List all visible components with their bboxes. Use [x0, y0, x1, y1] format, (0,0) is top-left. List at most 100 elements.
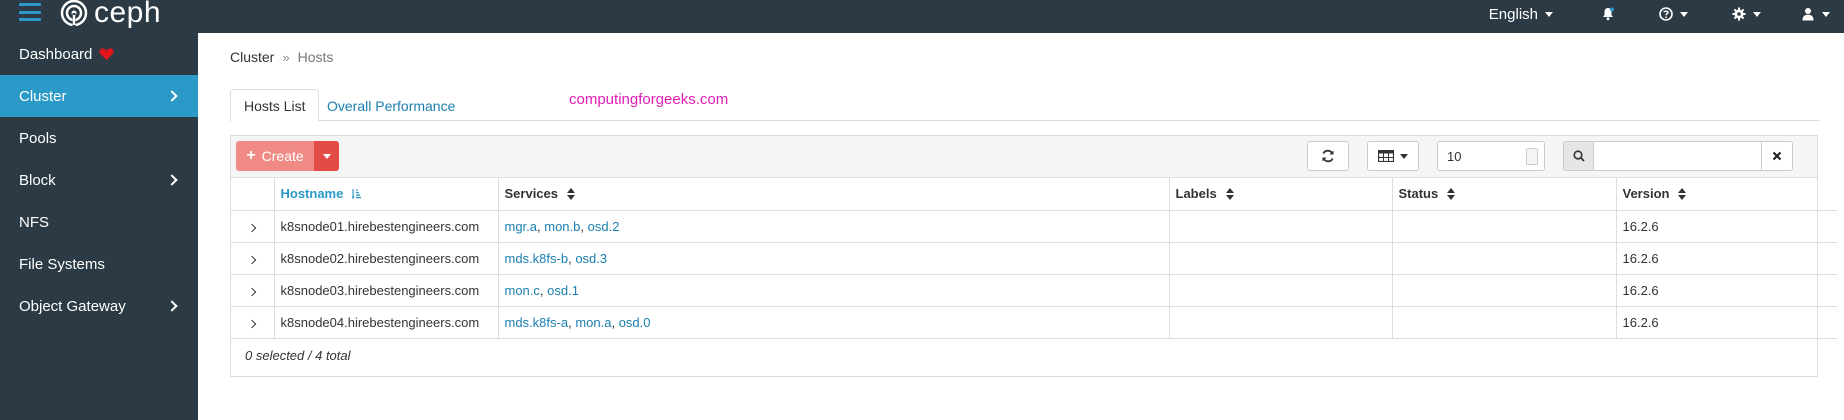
table-row[interactable]: k8snode01.hirebestengineers.com mgr.a, m…	[231, 209, 1837, 243]
search-input[interactable]	[1593, 141, 1762, 171]
table-columns-icon	[1378, 150, 1394, 162]
sidebar-item-label: Pools	[19, 129, 57, 147]
status-cell	[1391, 241, 1617, 275]
row-expand-button[interactable]	[231, 273, 275, 307]
navbar-right: English	[1489, 0, 1844, 28]
chevron-right-icon	[166, 174, 178, 186]
settings-dropdown[interactable]	[1732, 0, 1761, 28]
service-link[interactable]: osd.1	[547, 283, 579, 298]
ceph-logo[interactable]: ceph	[60, 0, 161, 30]
column-header-status[interactable]: Status	[1391, 178, 1617, 211]
labels-cell	[1168, 273, 1393, 307]
sort-icon	[567, 187, 575, 200]
help-dropdown[interactable]	[1659, 0, 1688, 28]
services-cell: mds.k8fs-b, osd.3	[497, 241, 1170, 275]
sidebar-item-object-gateway[interactable]: Object Gateway	[0, 285, 198, 327]
double-chevron-right-icon: »	[282, 49, 290, 65]
sidebar-item-label: Block	[19, 171, 56, 189]
user-icon	[1802, 8, 1814, 21]
chevron-right-icon	[166, 90, 178, 102]
create-dropdown-toggle[interactable]	[314, 141, 339, 171]
sidebar-item-dashboard[interactable]: Dashboard	[0, 33, 198, 75]
service-link[interactable]: osd.3	[575, 251, 607, 266]
tab-overall-performance[interactable]: Overall Performance	[314, 89, 468, 122]
hostname-cell: k8snode01.hirebestengineers.com	[273, 209, 499, 243]
table-header-row: Hostname Services Labels Status Version	[231, 178, 1837, 211]
sidebar-item-nfs[interactable]: NFS	[0, 201, 198, 243]
breadcrumb: Cluster » Hosts	[230, 49, 333, 65]
spinner-arrows-icon[interactable]	[1526, 148, 1538, 165]
table-row[interactable]: k8snode02.hirebestengineers.com mds.k8fs…	[231, 241, 1837, 275]
version-cell: 16.2.6	[1615, 241, 1837, 275]
sidebar-item-pools[interactable]: Pools	[0, 117, 198, 159]
tab-label: Overall Performance	[327, 97, 456, 114]
language-dropdown[interactable]: English	[1489, 0, 1553, 28]
chevron-right-icon	[248, 223, 257, 232]
refresh-icon	[1322, 149, 1334, 163]
status-cell	[1391, 305, 1617, 339]
labels-cell	[1168, 209, 1393, 243]
sidebar-item-label: Cluster	[19, 87, 67, 105]
column-toggle-dropdown[interactable]	[1367, 141, 1419, 171]
column-header-version[interactable]: Version	[1615, 178, 1837, 211]
chevron-right-icon	[166, 300, 178, 312]
service-link[interactable]: mds.k8fs-a	[505, 315, 569, 330]
refresh-button[interactable]	[1307, 141, 1349, 171]
sort-ascending-icon	[351, 188, 362, 199]
service-link[interactable]: mon.c	[505, 283, 540, 298]
chevron-right-icon	[248, 287, 257, 296]
sidebar-item-label: NFS	[19, 213, 49, 231]
labels-cell	[1168, 241, 1393, 275]
user-dropdown[interactable]	[1801, 0, 1830, 28]
service-link[interactable]: mon.b	[544, 219, 580, 234]
services-cell: mon.c, osd.1	[497, 273, 1170, 307]
column-header-services[interactable]: Services	[497, 178, 1170, 211]
chevron-down-icon	[1822, 11, 1830, 17]
expand-column-header	[231, 178, 275, 211]
sidebar-item-block[interactable]: Block	[0, 159, 198, 201]
row-expand-button[interactable]	[231, 209, 275, 243]
create-button[interactable]: + Create	[236, 141, 314, 171]
chevron-down-icon	[1545, 11, 1553, 17]
row-expand-button[interactable]	[231, 305, 275, 339]
help-icon	[1659, 7, 1673, 21]
column-header-labels[interactable]: Labels	[1168, 178, 1393, 211]
page-size-value: 10	[1447, 148, 1462, 164]
top-navbar: ceph English	[0, 0, 1844, 33]
create-label: Create	[261, 148, 304, 164]
gear-icon	[1732, 7, 1746, 21]
labels-cell	[1168, 305, 1393, 339]
breadcrumb-parent[interactable]: Cluster	[230, 49, 274, 65]
table-row[interactable]: k8snode04.hirebestengineers.com mds.k8fs…	[231, 305, 1837, 339]
service-link[interactable]: mon.a	[575, 315, 611, 330]
version-cell: 16.2.6	[1615, 209, 1837, 243]
notifications-button[interactable]	[1601, 0, 1615, 28]
search-icon-addon	[1563, 141, 1593, 171]
sidebar-item-cluster[interactable]: Cluster	[0, 75, 198, 117]
service-link[interactable]: osd.2	[588, 219, 620, 234]
service-link[interactable]: mds.k8fs-b	[505, 251, 569, 266]
tab-hosts-list[interactable]: Hosts List	[230, 89, 320, 122]
row-expand-button[interactable]	[231, 241, 275, 275]
hamburger-menu-icon[interactable]	[19, 3, 41, 21]
plus-icon: +	[246, 147, 256, 164]
breadcrumb-current: Hosts	[297, 49, 334, 65]
column-header-label: Hostname	[280, 186, 344, 202]
column-header-label: Status	[1398, 186, 1439, 202]
table-row[interactable]: k8snode03.hirebestengineers.com mon.c, o…	[231, 273, 1837, 307]
close-icon	[1772, 151, 1782, 161]
sidebar-item-label: File Systems	[19, 255, 105, 273]
status-cell	[1391, 273, 1617, 307]
table-toolbar: + Create 10	[231, 136, 1817, 178]
sidebar-item-file-systems[interactable]: File Systems	[0, 243, 198, 285]
clear-search-button[interactable]	[1762, 141, 1793, 171]
page-size-input[interactable]: 10	[1437, 141, 1545, 171]
service-link[interactable]: osd.0	[619, 315, 651, 330]
heart-icon	[99, 48, 114, 61]
service-link[interactable]: mgr.a	[505, 219, 538, 234]
hostname-cell: k8snode04.hirebestengineers.com	[273, 305, 499, 339]
watermark-text: computingforgeeks.com	[569, 91, 729, 108]
column-header-hostname[interactable]: Hostname	[273, 178, 499, 211]
column-header-label: Version	[1622, 186, 1670, 202]
language-label: English	[1488, 5, 1538, 23]
